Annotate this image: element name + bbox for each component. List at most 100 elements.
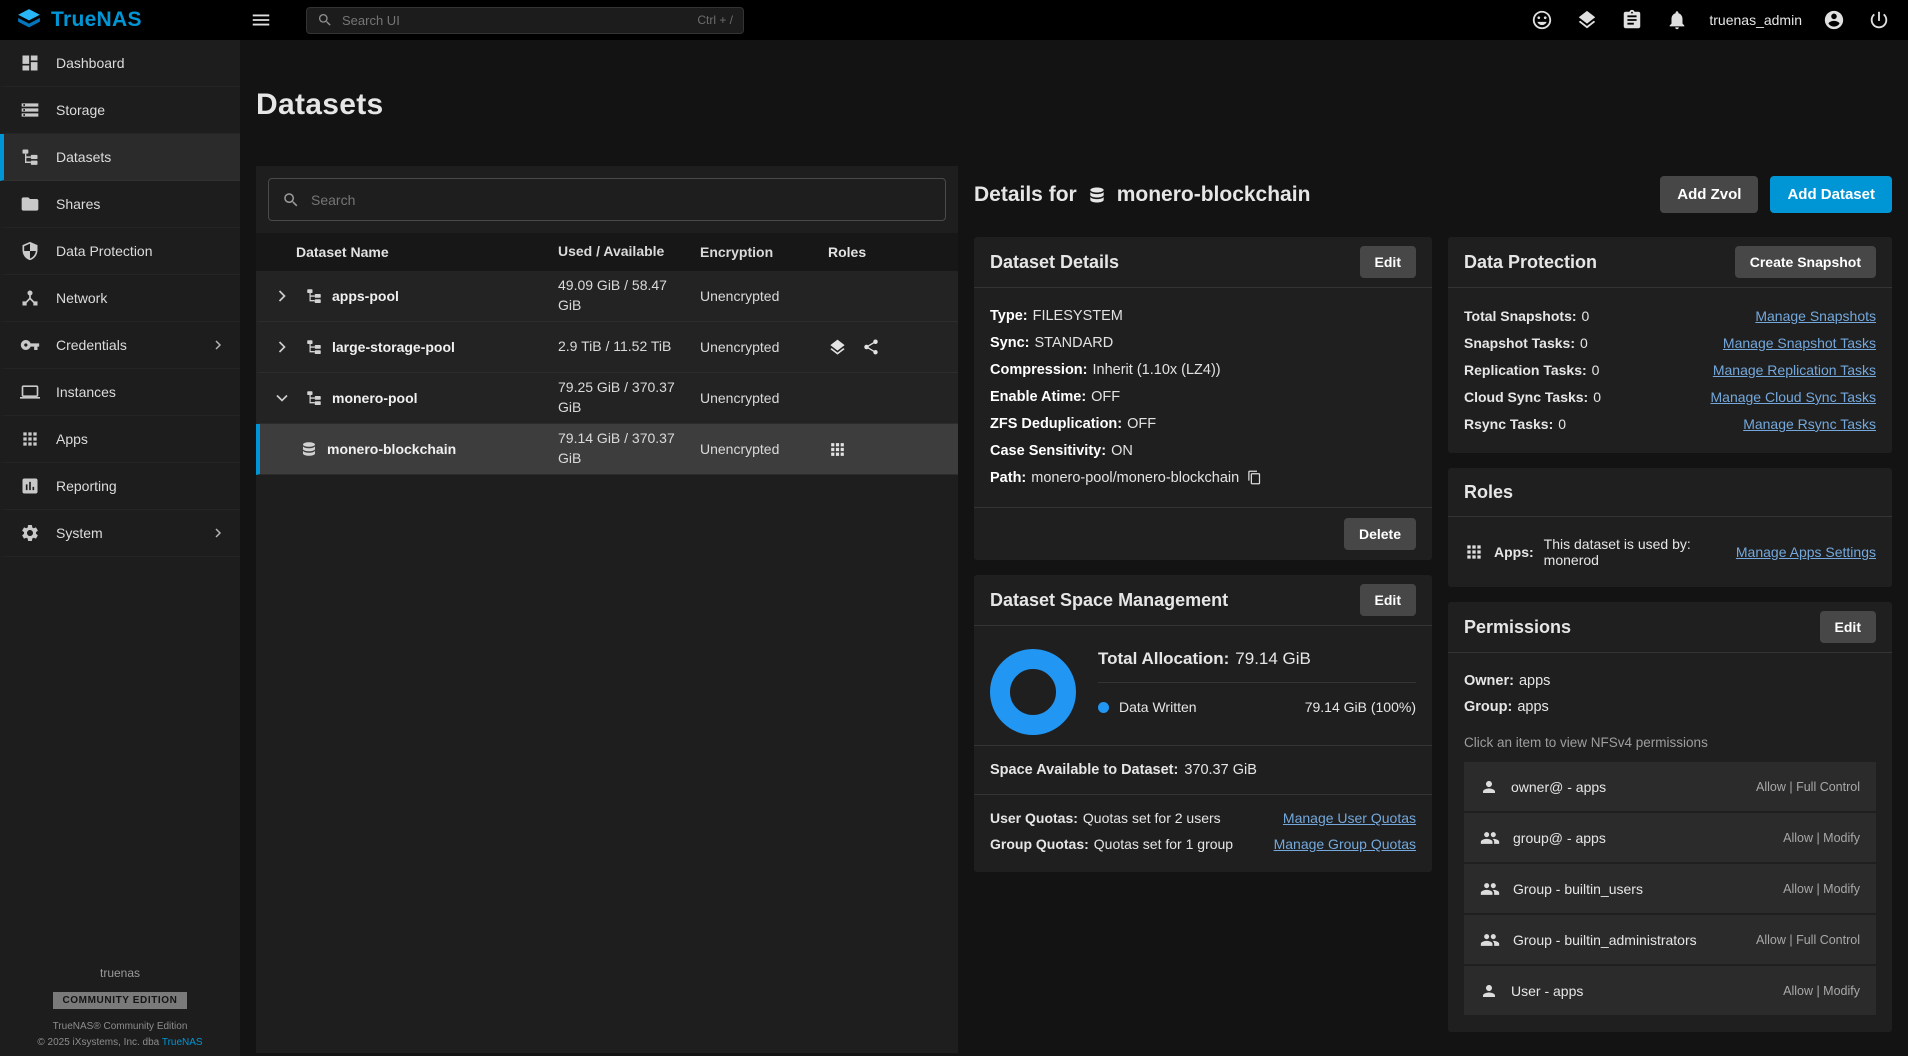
roles-apps-row: Apps: This dataset is used by: monerod M…	[1464, 532, 1876, 572]
sidebar-item-label: System	[56, 525, 103, 541]
sidebar-item-label: Data Protection	[56, 243, 153, 259]
manage-snapshot-tasks-link[interactable]: Manage Snapshot Tasks	[1723, 330, 1876, 357]
perm-item-group-at[interactable]: group@ - apps Allow | Modify	[1464, 813, 1876, 862]
field-path: Path:monero-pool/monero-blockchain	[990, 465, 1416, 492]
perm-item-builtin-administrators[interactable]: Group - builtin_administrators Allow | F…	[1464, 915, 1876, 964]
sidebar-footer: truenas COMMUNITY EDITION TrueNAS® Commu…	[0, 966, 240, 1048]
brand-name: TrueNAS	[51, 8, 142, 32]
create-snapshot-button[interactable]: Create Snapshot	[1735, 246, 1876, 278]
manage-apps-settings-link[interactable]: Manage Apps Settings	[1736, 544, 1876, 560]
network-hub-icon	[20, 288, 40, 308]
feedback-smiley-icon[interactable]	[1529, 7, 1555, 33]
perm-value: Allow | Modify	[1783, 882, 1860, 896]
total-snapshots-row: Total Snapshots:0Manage Snapshots	[1464, 303, 1876, 330]
perm-item-owner[interactable]: owner@ - apps Allow | Full Control	[1464, 762, 1876, 811]
permissions-card: Permissions Edit Owner:apps Group:apps C…	[1448, 602, 1892, 1032]
jobs-layers-icon[interactable]	[1574, 7, 1600, 33]
notifications-bell-icon[interactable]	[1664, 7, 1690, 33]
sidebar-item-system[interactable]: System	[0, 510, 240, 557]
manage-rsync-tasks-link[interactable]: Manage Rsync Tasks	[1743, 411, 1876, 438]
used-available-value: 2.9 TiB / 11.52 TiB	[558, 337, 700, 357]
edition-badge: COMMUNITY EDITION	[53, 992, 186, 1009]
edit-dataset-details-button[interactable]: Edit	[1360, 246, 1416, 278]
dataset-search-input[interactable]	[311, 192, 932, 208]
copyright-text: © 2025 iXsystems, Inc. dba	[37, 1037, 161, 1048]
used-available-value: 79.25 GiB / 370.37 GiB	[558, 378, 700, 417]
perm-item-user-apps[interactable]: User - apps Allow | Modify	[1464, 966, 1876, 1015]
card-title: Roles	[1464, 482, 1513, 503]
role-layers-icon	[828, 338, 847, 357]
sidebar-item-label: Shares	[56, 196, 100, 212]
chevron-right-icon[interactable]	[272, 337, 296, 357]
checklist-clipboard-icon[interactable]	[1619, 7, 1645, 33]
copy-path-icon[interactable]	[1247, 470, 1262, 485]
truenas-logo[interactable]: TrueNAS	[16, 7, 234, 33]
roles-card: Roles Apps: This dataset is used by: mon…	[1448, 468, 1892, 587]
encryption-value: Unencrypted	[700, 390, 828, 406]
add-dataset-button[interactable]: Add Dataset	[1770, 176, 1892, 213]
person-icon	[1480, 982, 1498, 1000]
used-available-value: 49.09 GiB / 58.47 GiB	[558, 276, 700, 315]
sidebar: Dashboard Storage Datasets Shares Data P…	[0, 40, 240, 1056]
cloud-sync-tasks-row: Cloud Sync Tasks:0Manage Cloud Sync Task…	[1464, 384, 1876, 411]
chevron-right-icon	[210, 525, 226, 541]
dataset-search[interactable]	[268, 178, 946, 221]
role-apps-icon	[828, 440, 847, 459]
legend-value: 79.14 GiB (100%)	[1305, 699, 1416, 715]
folder-icon	[20, 194, 40, 214]
data-protection-card: Data Protection Create Snapshot Total Sn…	[1448, 237, 1892, 453]
global-search[interactable]: Ctrl + /	[306, 7, 744, 34]
chevron-down-icon[interactable]	[272, 388, 296, 408]
edit-permissions-button[interactable]: Edit	[1820, 611, 1876, 643]
table-row-monero-blockchain[interactable]: monero-blockchain 79.14 GiB / 370.37 GiB…	[256, 424, 958, 475]
logged-in-username[interactable]: truenas_admin	[1709, 12, 1802, 28]
sidebar-item-credentials[interactable]: Credentials	[0, 322, 240, 369]
pool-tree-icon	[305, 287, 323, 305]
manage-replication-tasks-link[interactable]: Manage Replication Tasks	[1713, 357, 1876, 384]
sidebar-item-label: Dashboard	[56, 55, 125, 71]
pool-tree-icon	[305, 338, 323, 356]
power-icon[interactable]	[1866, 7, 1892, 33]
delete-dataset-button[interactable]: Delete	[1344, 518, 1416, 550]
card-title: Permissions	[1464, 617, 1571, 638]
details-dataset-name: monero-blockchain	[1117, 183, 1311, 207]
manage-cloud-sync-tasks-link[interactable]: Manage Cloud Sync Tasks	[1711, 384, 1877, 411]
edit-space-button[interactable]: Edit	[1360, 584, 1416, 616]
sidebar-item-dashboard[interactable]: Dashboard	[0, 40, 240, 87]
sidebar-item-instances[interactable]: Instances	[0, 369, 240, 416]
table-row-monero-pool[interactable]: monero-pool 79.25 GiB / 370.37 GiB Unenc…	[256, 373, 958, 424]
key-icon	[20, 335, 40, 355]
details-header: Details for monero-blockchain Add Zvol A…	[974, 176, 1892, 213]
add-zvol-button[interactable]: Add Zvol	[1660, 176, 1758, 213]
sidebar-item-reporting[interactable]: Reporting	[0, 463, 240, 510]
account-circle-icon[interactable]	[1821, 7, 1847, 33]
replication-tasks-row: Replication Tasks:0Manage Replication Ta…	[1464, 357, 1876, 384]
global-search-input[interactable]	[342, 13, 688, 28]
details-panel: Details for monero-blockchain Add Zvol A…	[974, 166, 1892, 1047]
manage-user-quotas-link[interactable]: Manage User Quotas	[1283, 810, 1416, 826]
dataset-icon	[1087, 185, 1107, 205]
group-icon	[1480, 930, 1500, 950]
table-row-apps-pool[interactable]: apps-pool 49.09 GiB / 58.47 GiB Unencryp…	[256, 271, 958, 322]
manage-snapshots-link[interactable]: Manage Snapshots	[1755, 303, 1876, 330]
sidebar-item-datasets[interactable]: Datasets	[0, 134, 240, 181]
chevron-right-icon[interactable]	[272, 286, 296, 306]
copyright-brand-link[interactable]: TrueNAS	[162, 1037, 203, 1048]
sidebar-item-shares[interactable]: Shares	[0, 181, 240, 228]
hamburger-menu-icon[interactable]	[248, 7, 274, 33]
dataset-tree-panel: Dataset Name Used / Available Encryption…	[256, 166, 958, 1053]
total-allocation: Total Allocation:79.14 GiB	[1098, 641, 1416, 683]
tree-column-headers: Dataset Name Used / Available Encryption…	[256, 233, 958, 271]
sidebar-item-storage[interactable]: Storage	[0, 87, 240, 134]
chevron-right-icon	[210, 337, 226, 353]
dataset-name: monero-pool	[332, 390, 418, 406]
perm-item-builtin-users[interactable]: Group - builtin_users Allow | Modify	[1464, 864, 1876, 913]
field-enable-atime: Enable Atime:OFF	[990, 384, 1416, 411]
space-management-card: Dataset Space Management Edit Total Allo…	[974, 575, 1432, 872]
sidebar-item-data-protection[interactable]: Data Protection	[0, 228, 240, 275]
sidebar-item-label: Credentials	[56, 337, 127, 353]
manage-group-quotas-link[interactable]: Manage Group Quotas	[1274, 836, 1416, 852]
table-row-large-storage-pool[interactable]: large-storage-pool 2.9 TiB / 11.52 TiB U…	[256, 322, 958, 373]
sidebar-item-network[interactable]: Network	[0, 275, 240, 322]
sidebar-item-apps[interactable]: Apps	[0, 416, 240, 463]
